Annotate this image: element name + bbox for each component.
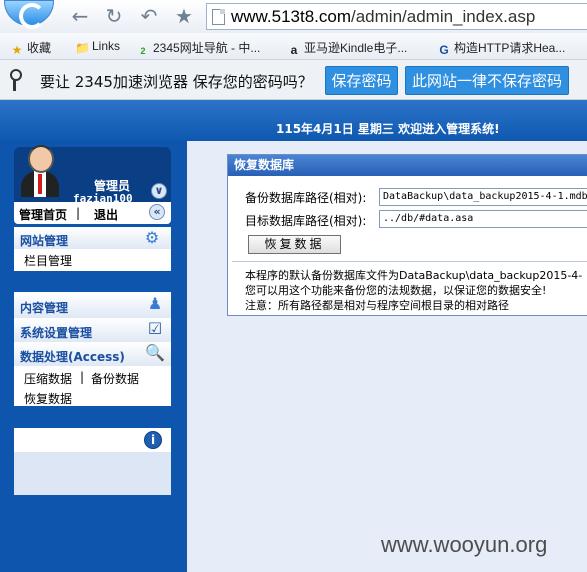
site-manage-title: 网站管理 [20, 234, 69, 248]
save-password-button[interactable]: 保存密码 [325, 66, 398, 95]
amazon-icon: a [290, 43, 298, 57]
info-line-2: 您可以用这个功能来备份您的法规数据，以保证您的数据安全! [245, 284, 547, 297]
user-panel: 管理员 fazian100 ∨ 管理首页 | 退出 « [14, 145, 171, 224]
restore-database-title: 恢复数据库 [228, 155, 587, 176]
expand-down-icon[interactable]: ∨ [151, 183, 167, 199]
bookmark-label: 2345网址导航 - 中... [153, 41, 261, 55]
restore-data-button[interactable]: 恢复数据 [248, 235, 341, 254]
system-settings-header[interactable]: 系统设置管理 ☑ [14, 318, 171, 342]
content-manage-header[interactable]: 内容管理 ♟ [14, 292, 171, 318]
data-process-title: 数据处理(Access) [20, 350, 125, 364]
divider [232, 261, 587, 262]
user-card: 管理员 fazian100 ∨ [14, 145, 171, 205]
info-icon[interactable]: i [144, 431, 162, 449]
undo-icon[interactable]: ↶ [137, 5, 161, 27]
target-path-input[interactable]: ../db/#data.asa [379, 210, 587, 228]
magnifier-icon: 🔍 [145, 343, 165, 362]
site-manage-header[interactable]: 网站管理 ⚙ [14, 227, 171, 249]
bookmark-http[interactable]: G 构造HTTP请求Hea... [437, 39, 565, 57]
main-content: 恢复数据库 备份数据库路径(相对): DataBackup\data_backu… [187, 141, 587, 572]
url-path: /admin/admin_index.asp [351, 7, 536, 26]
content-menu-group: 内容管理 ♟ 系统设置管理 ☑ 数据处理(Access) 🔍 压缩数据 | 备份… [14, 292, 171, 406]
watermark-text: www.wooyun.org [381, 532, 548, 557]
content-manage-title: 内容管理 [20, 301, 69, 315]
user-add-icon: ♟ [147, 294, 163, 313]
site-manage-menu: 网站管理 ⚙ 栏目管理 [14, 227, 171, 271]
favorite-star-icon[interactable]: ★ [172, 5, 196, 27]
http-icon: G [439, 43, 449, 57]
info-line-1: 本程序的默认备份数据库文件为DataBackup\data_backup2015… [245, 269, 583, 282]
folder-icon: 📁 [75, 41, 90, 55]
admin-home-link[interactable]: 管理首页 [19, 206, 67, 223]
menu-item-compress-data[interactable]: 压缩数据 [24, 370, 72, 387]
system-settings-title: 系统设置管理 [20, 326, 93, 340]
menu-item-restore-data[interactable]: 恢复数据 [24, 390, 72, 407]
admin-sidebar: 管理员 fazian100 ∨ 管理首页 | 退出 « 网站管理 ⚙ 栏目管理 … [0, 141, 187, 572]
restore-database-panel: 恢复数据库 备份数据库路径(相对): DataBackup\data_backu… [227, 154, 587, 316]
browser-toolbar: ← ↻ ↶ ★ www.513t8.com/admin/admin_index.… [0, 0, 587, 33]
backup-path-input[interactable]: DataBackup\data_backup2015-4-1.mdb [379, 188, 587, 206]
checklist-icon: ☑ [147, 319, 163, 338]
bookmark-label: 亚马逊Kindle电子... [304, 41, 408, 55]
refresh-icon[interactable]: ↻ [102, 5, 126, 27]
collapse-left-icon[interactable]: « [149, 204, 165, 220]
menu-item-column-manage[interactable]: 栏目管理 [24, 252, 72, 269]
save-password-message: 要让 2345加速浏览器 保存您的密码吗？ [40, 73, 313, 91]
admin-avatar-icon [20, 143, 60, 197]
browser-logo-icon[interactable] [4, 0, 54, 29]
never-save-password-button[interactable]: 此网站一律不保存密码 [405, 66, 569, 95]
admin-header: 115年4月1日 星期三 欢迎进入管理系统! [0, 100, 587, 141]
back-icon[interactable]: ← [68, 5, 92, 27]
2345-icon: 2 [140, 46, 146, 56]
save-password-bar: 要让 2345加速浏览器 保存您的密码吗？ 保存密码 此网站一律不保存密码 [0, 60, 587, 100]
bookmark-amazon[interactable]: a 亚马逊Kindle电子... [287, 39, 408, 57]
menu-item-backup-data[interactable]: 备份数据 [91, 370, 139, 387]
info-panel: i [14, 428, 171, 495]
bookmarks-bar: ★ 收藏 📁 Links 2 2345网址导航 - 中... a 亚马逊Kindle电子… [0, 33, 587, 60]
menu-item-separator: | [80, 370, 85, 384]
logout-link[interactable]: 退出 [94, 206, 118, 223]
backup-path-label: 备份数据库路径(相对): [245, 191, 367, 205]
info-panel-header: i [14, 428, 171, 452]
data-process-header[interactable]: 数据处理(Access) 🔍 [14, 342, 171, 366]
welcome-text: 115年4月1日 星期三 欢迎进入管理系统! [276, 122, 500, 136]
page-icon [212, 9, 225, 25]
key-icon [9, 69, 22, 91]
address-bar[interactable]: www.513t8.com/admin/admin_index.asp [206, 3, 587, 30]
star-icon: ★ [11, 43, 23, 57]
link-separator: | [76, 206, 81, 220]
target-path-label: 目标数据库路径(相对): [245, 214, 367, 228]
globe-settings-icon: ⚙ [144, 228, 160, 247]
bookmark-label: Links [92, 39, 121, 53]
bookmark-favorites[interactable]: ★ 收藏 [10, 39, 51, 57]
bookmark-links[interactable]: 📁 Links [75, 39, 120, 55]
user-links: 管理首页 | 退出 « [14, 202, 171, 224]
url-host: www.513t8.com [231, 7, 351, 26]
bookmark-2345[interactable]: 2 2345网址导航 - 中... [136, 39, 260, 58]
bookmark-label: 收藏 [27, 41, 52, 55]
address-url[interactable]: www.513t8.com/admin/admin_index.asp [231, 7, 535, 27]
bookmark-label: 构造HTTP请求Hea... [454, 41, 566, 55]
info-line-3: 注意：所有路径都是相对与程序空间根目录的相对路径 [245, 299, 509, 312]
